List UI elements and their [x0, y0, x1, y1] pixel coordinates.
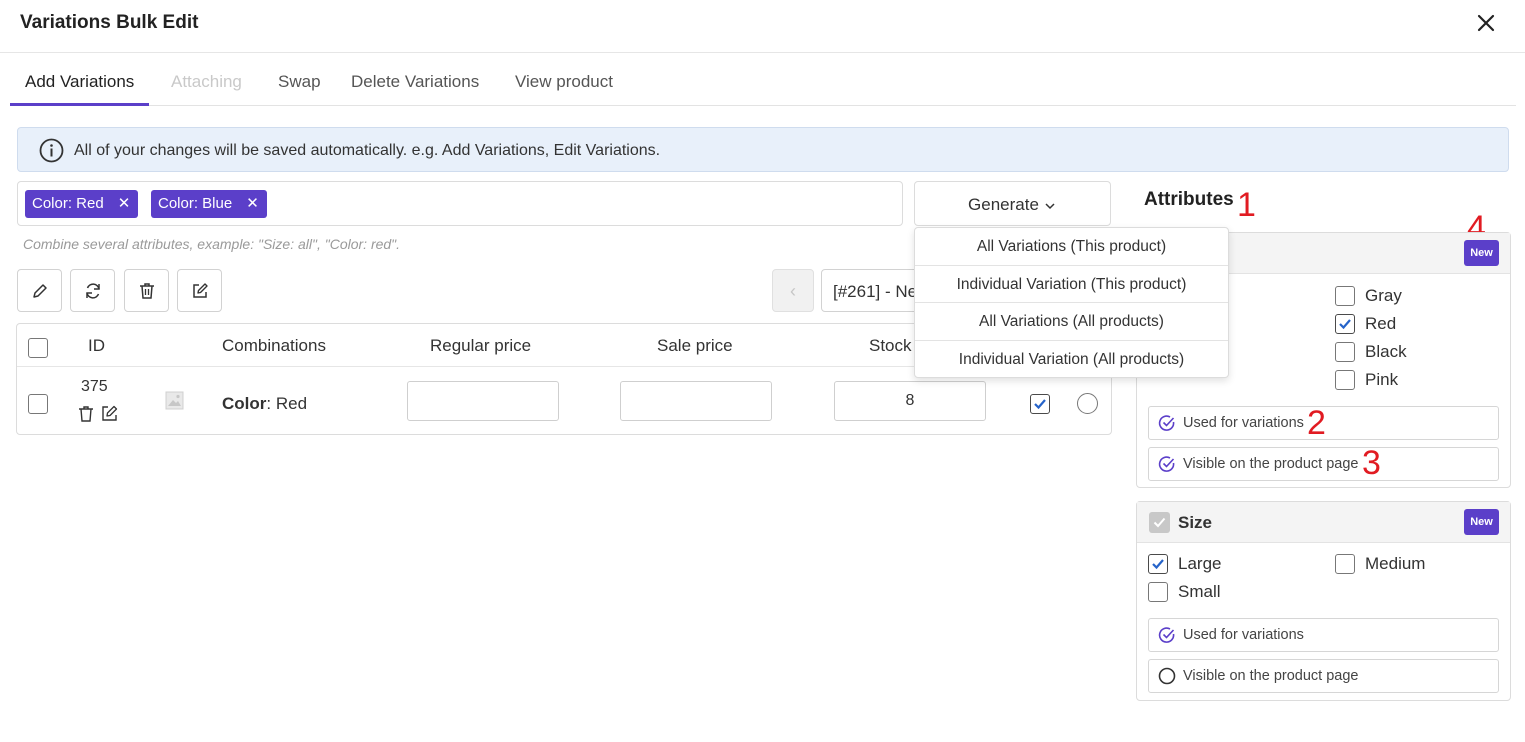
- option-label: Black: [1365, 342, 1407, 361]
- new-term-button[interactable]: New: [1464, 240, 1499, 266]
- attribute-tag-input[interactable]: Color: Red ✕ Color: Blue ✕: [17, 181, 903, 226]
- combination-attribute-name: Color: [222, 394, 267, 413]
- edit-square-icon: [193, 283, 208, 298]
- check-circle-icon: [1158, 415, 1175, 431]
- bulk-edit-button[interactable]: [177, 269, 222, 312]
- delete-button[interactable]: [124, 269, 169, 312]
- used-for-variations-label: Used for variations: [1183, 627, 1304, 643]
- modal-title: Variations Bulk Edit: [20, 12, 199, 33]
- row-checkbox[interactable]: [28, 394, 48, 414]
- column-header-regular-price: Regular price: [430, 336, 532, 355]
- option-checkbox[interactable]: [1148, 582, 1168, 602]
- option-label: Red: [1365, 314, 1397, 333]
- tag-label: Color: Blue: [158, 195, 233, 212]
- option-label: Medium: [1365, 554, 1426, 573]
- annotation-marker: 3: [1362, 444, 1381, 482]
- option-label: Gray: [1365, 286, 1402, 305]
- option-checkbox[interactable]: [1335, 342, 1355, 362]
- select-all-checkbox[interactable]: [28, 338, 48, 358]
- menu-item-individual-variation-all[interactable]: Individual Variation (All products): [915, 341, 1228, 379]
- generate-label: Generate: [968, 195, 1039, 214]
- option-checkbox[interactable]: [1335, 554, 1355, 574]
- tab-swap[interactable]: Swap: [263, 60, 336, 106]
- new-term-button[interactable]: New: [1464, 509, 1499, 535]
- remove-tag-icon[interactable]: ✕: [118, 190, 131, 218]
- tag-color-red: Color: Red ✕: [25, 190, 139, 218]
- prev-product-button[interactable]: ‹: [772, 269, 814, 312]
- tab-attaching[interactable]: Attaching: [156, 60, 257, 106]
- variation-combination: Color: Red: [222, 394, 307, 414]
- visible-on-product-page-label: Visible on the product page: [1183, 456, 1359, 472]
- modal-header: Variations Bulk Edit: [0, 0, 1525, 53]
- regular-price-input[interactable]: [407, 381, 559, 421]
- tab-add-variations[interactable]: Add Variations: [10, 60, 150, 106]
- circle-icon: [1158, 667, 1176, 685]
- column-header-stock: Stock: [869, 336, 912, 355]
- column-header-sale-price: Sale price: [657, 336, 733, 355]
- tab-view-product[interactable]: View product: [500, 60, 628, 106]
- option-checkbox[interactable]: [1335, 314, 1355, 334]
- menu-item-all-variations-all[interactable]: All Variations (All products): [915, 303, 1228, 341]
- attributes-heading: Attributes: [1144, 189, 1234, 210]
- column-header-id: ID: [88, 336, 105, 355]
- close-button[interactable]: [1472, 9, 1500, 37]
- stock-input[interactable]: 8: [834, 381, 986, 421]
- edit-button[interactable]: [17, 269, 62, 312]
- info-text: All of your changes will be saved automa…: [74, 142, 661, 159]
- close-icon: [1477, 14, 1495, 32]
- annotation-marker: 1: [1237, 186, 1256, 224]
- menu-item-individual-variation-this[interactable]: Individual Variation (This product): [915, 266, 1228, 303]
- combine-hint: Combine several attributes, example: "Si…: [23, 236, 401, 252]
- check-circle-icon: [1158, 627, 1175, 643]
- row-default-radio[interactable]: [1077, 393, 1098, 414]
- info-icon: [39, 138, 64, 163]
- visible-on-product-page-label: Visible on the product page: [1183, 668, 1359, 684]
- checkmark-icon: [1153, 517, 1166, 528]
- visible-on-product-page-toggle[interactable]: Visible on the product page: [1148, 659, 1499, 693]
- sale-price-input[interactable]: [620, 381, 772, 421]
- variation-id: 375: [81, 378, 108, 395]
- annotation-marker: 2: [1307, 404, 1326, 442]
- generate-button[interactable]: Generate: [914, 181, 1111, 226]
- option-checkbox[interactable]: [1148, 554, 1168, 574]
- remove-tag-icon[interactable]: ✕: [246, 190, 259, 218]
- option-checkbox[interactable]: [1335, 370, 1355, 390]
- attribute-select-checkbox[interactable]: [1149, 512, 1170, 533]
- image-placeholder-icon[interactable]: [165, 391, 184, 410]
- option-checkbox[interactable]: [1335, 286, 1355, 306]
- combination-attribute-value: : Red: [266, 394, 308, 413]
- check-circle-icon: [1158, 456, 1175, 472]
- tab-delete-variations[interactable]: Delete Variations: [336, 60, 494, 106]
- attribute-card-size: Size New Large Medium Small Used for var…: [1136, 501, 1511, 701]
- product-select[interactable]: [#261] - Ne: [821, 269, 921, 312]
- refresh-icon: [86, 283, 100, 299]
- tag-label: Color: Red: [32, 195, 104, 212]
- attribute-title: Size: [1178, 513, 1213, 532]
- attribute-card-header: Size New: [1137, 502, 1510, 543]
- trash-icon: [140, 283, 154, 299]
- option-label: Pink: [1365, 370, 1399, 389]
- checkmark-icon: [1152, 559, 1164, 570]
- used-for-variations-label: Used for variations: [1183, 415, 1304, 431]
- tab-bar: Add Variations Attaching Swap Delete Var…: [10, 60, 1516, 106]
- used-for-variations-toggle[interactable]: Used for variations: [1148, 618, 1499, 652]
- info-banner: All of your changes will be saved automa…: [17, 127, 1509, 172]
- pencil-icon: [33, 284, 47, 298]
- column-header-combinations: Combinations: [222, 336, 326, 355]
- generate-dropdown-menu: All Variations (This product) Individual…: [914, 227, 1229, 378]
- visible-on-product-page-toggle[interactable]: Visible on the product page: [1148, 447, 1499, 481]
- chevron-down-icon: [1045, 202, 1055, 209]
- trash-icon[interactable]: [77, 405, 95, 423]
- refresh-button[interactable]: [70, 269, 115, 312]
- row-enabled-checkbox[interactable]: [1030, 394, 1050, 414]
- checkmark-icon: [1339, 319, 1351, 330]
- checkmark-icon: [1034, 399, 1046, 410]
- option-label: Large: [1178, 554, 1222, 573]
- tag-color-blue: Color: Blue ✕: [151, 190, 267, 218]
- menu-item-all-variations-this[interactable]: All Variations (This product): [915, 228, 1228, 266]
- option-label: Small: [1178, 582, 1221, 601]
- edit-icon[interactable]: [100, 404, 119, 423]
